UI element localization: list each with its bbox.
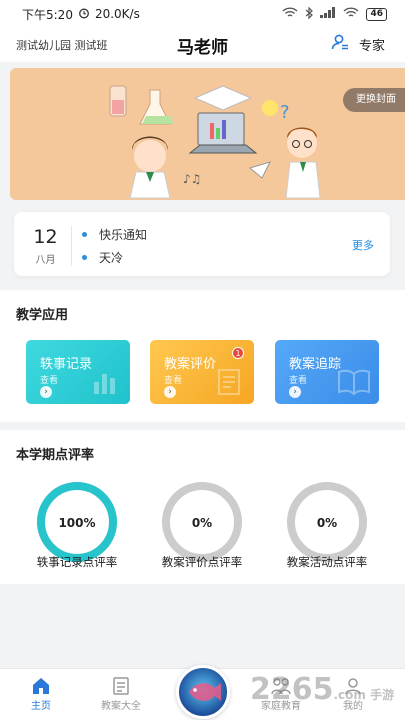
banner-illustration: ? ♪♫	[109, 85, 321, 199]
notification-badge: 1	[232, 347, 244, 359]
tab-label: 主页	[31, 701, 51, 712]
wifi-icon-2	[343, 6, 359, 22]
rate-label: 教案评价点评率	[161, 555, 243, 569]
document-icon	[86, 675, 156, 697]
card-sub: 查看	[40, 376, 59, 386]
signal-icon	[320, 7, 336, 21]
book-icon	[338, 369, 370, 396]
svg-text:♪♫: ♪♫	[183, 172, 201, 186]
section-title: 本学期点评率	[16, 448, 95, 463]
site-watermark: 2265.com 手游网	[250, 672, 405, 720]
status-bar: 下午5:20 20.0K/s 46	[0, 0, 405, 28]
svg-text:?: ?	[280, 102, 290, 123]
bullet-dot-icon	[82, 255, 87, 260]
expert-button[interactable]: 专家	[331, 33, 385, 55]
school-class-selector[interactable]: 测试幼儿园 测试班	[16, 37, 108, 53]
wifi-icon	[282, 6, 298, 22]
status-time: 下午5:20	[22, 7, 73, 22]
battery-indicator: 46	[366, 7, 387, 21]
rate-ring-anecdote: 100%	[37, 482, 117, 562]
network-speed: 20.0K/s	[94, 7, 140, 21]
change-cover-button[interactable]: 更换封面	[343, 88, 405, 112]
notice-item[interactable]: 天冷	[82, 249, 123, 266]
card-label: 轶事记录	[40, 357, 93, 372]
watermark-text: 2265	[250, 672, 334, 707]
tab-lesson-plans[interactable]: 教案大全	[86, 675, 156, 712]
home-icon	[6, 675, 76, 697]
bullet-dot-icon	[82, 232, 87, 237]
header: 测试幼儿园 测试班 马老师 专家	[0, 28, 405, 62]
rate-ring-lesson-evaluation: 0%	[162, 482, 242, 562]
fish-logo-icon[interactable]	[176, 665, 230, 719]
rate-ring-lesson-activity: 0%	[287, 482, 367, 562]
rate-label: 教案活动点评率	[286, 555, 368, 569]
cover-banner: ? ♪♫ 更换封面	[10, 68, 405, 200]
date-block: 12 八月	[20, 226, 72, 266]
card-label: 教案追踪	[289, 357, 342, 372]
tab-label: 教案大全	[101, 701, 141, 712]
card-sub: 查看	[289, 376, 308, 386]
arrow-right-icon: ›	[164, 386, 176, 398]
app-card-lesson-tracking[interactable]: 教案追踪 查看 ›	[275, 340, 379, 404]
more-link[interactable]: 更多	[352, 237, 374, 253]
card-sub: 查看	[164, 376, 183, 386]
arrow-right-icon: ›	[40, 386, 52, 398]
review-rates-section: 本学期点评率 100% 轶事记录点评率 0% 教案评价点评率 0% 教案活动点评…	[0, 430, 405, 584]
bar-chart-icon	[94, 374, 115, 394]
section-title: 教学应用	[16, 308, 69, 323]
edit-note-icon	[218, 369, 240, 395]
alarm-icon	[78, 7, 90, 22]
expert-label: 专家	[358, 38, 385, 54]
notice-card: 12 八月 快乐通知 天冷 更多	[14, 212, 390, 276]
notice-text: 天冷	[99, 251, 124, 265]
arrow-right-icon: ›	[289, 386, 301, 398]
app-card-anecdote[interactable]: 轶事记录 查看 ›	[26, 340, 130, 404]
tab-home[interactable]: 主页	[6, 675, 76, 712]
rate-value: 0%	[192, 516, 212, 530]
user-icon	[331, 33, 349, 55]
card-label: 教案评价	[164, 357, 217, 372]
rate-label: 轶事记录点评率	[36, 555, 118, 569]
date-month: 八月	[35, 255, 56, 266]
rate-value: 0%	[317, 516, 337, 530]
bluetooth-icon	[305, 6, 314, 22]
notice-text: 快乐通知	[99, 228, 148, 242]
date-day: 12	[33, 226, 58, 248]
teaching-apps-section: 教学应用 轶事记录 查看 › 教案评价 查看 › 1 教案追踪 查看 ›	[0, 290, 405, 422]
rate-value: 100%	[58, 516, 95, 530]
notice-item[interactable]: 快乐通知	[82, 226, 147, 243]
